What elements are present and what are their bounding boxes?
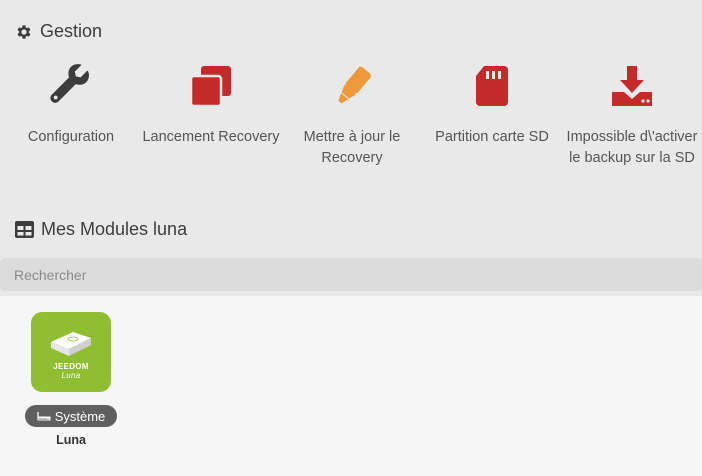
sd-card-icon [422,60,562,112]
highlighter-icon [282,60,422,112]
partition-sd-button[interactable]: Partition carte SD [422,60,562,148]
backup-sd-button[interactable]: Impossible d\'activer le backup sur la S… [562,60,702,169]
category-label: Système [54,408,106,424]
section-title-gestion: Gestion [15,21,102,42]
table-icon [15,221,34,238]
download-drive-icon [562,60,702,112]
logo-text: JEEDOM [53,362,89,371]
lancement-recovery-button[interactable]: Lancement Recovery [141,60,281,148]
router-icon [37,411,51,421]
module-card-luna[interactable]: JEEDOM Luna Système Luna [22,312,120,447]
configuration-button[interactable]: Configuration [1,60,141,148]
section-title-modules: Mes Modules luna [15,219,187,240]
logo-subtext: Luna [61,371,81,380]
action-label: Impossible d\'activer le backup sur la S… [566,129,698,166]
action-label: Lancement Recovery [142,129,280,145]
action-label: Partition carte SD [435,129,549,145]
category-badge: Système [24,405,118,427]
jeedom-luna-logo: JEEDOM Luna [31,312,111,392]
module-name: Luna [56,433,86,447]
router-box-icon [51,332,91,356]
section-title-text: Mes Modules luna [41,219,188,239]
action-label: Mettre à jour le Recovery [303,129,401,166]
action-label: Configuration [27,129,115,145]
section-title-text: Gestion [40,21,103,41]
update-recovery-button[interactable]: Mettre à jour le Recovery [282,60,422,169]
search-input[interactable] [0,258,702,291]
wrench-icon [1,60,141,112]
modules-panel: JEEDOM Luna Système Luna [0,296,702,476]
gestion-actions: Configuration Lancement Recovery Mettre … [0,60,702,200]
gear-icon [15,23,33,41]
copy-icon [141,60,281,112]
